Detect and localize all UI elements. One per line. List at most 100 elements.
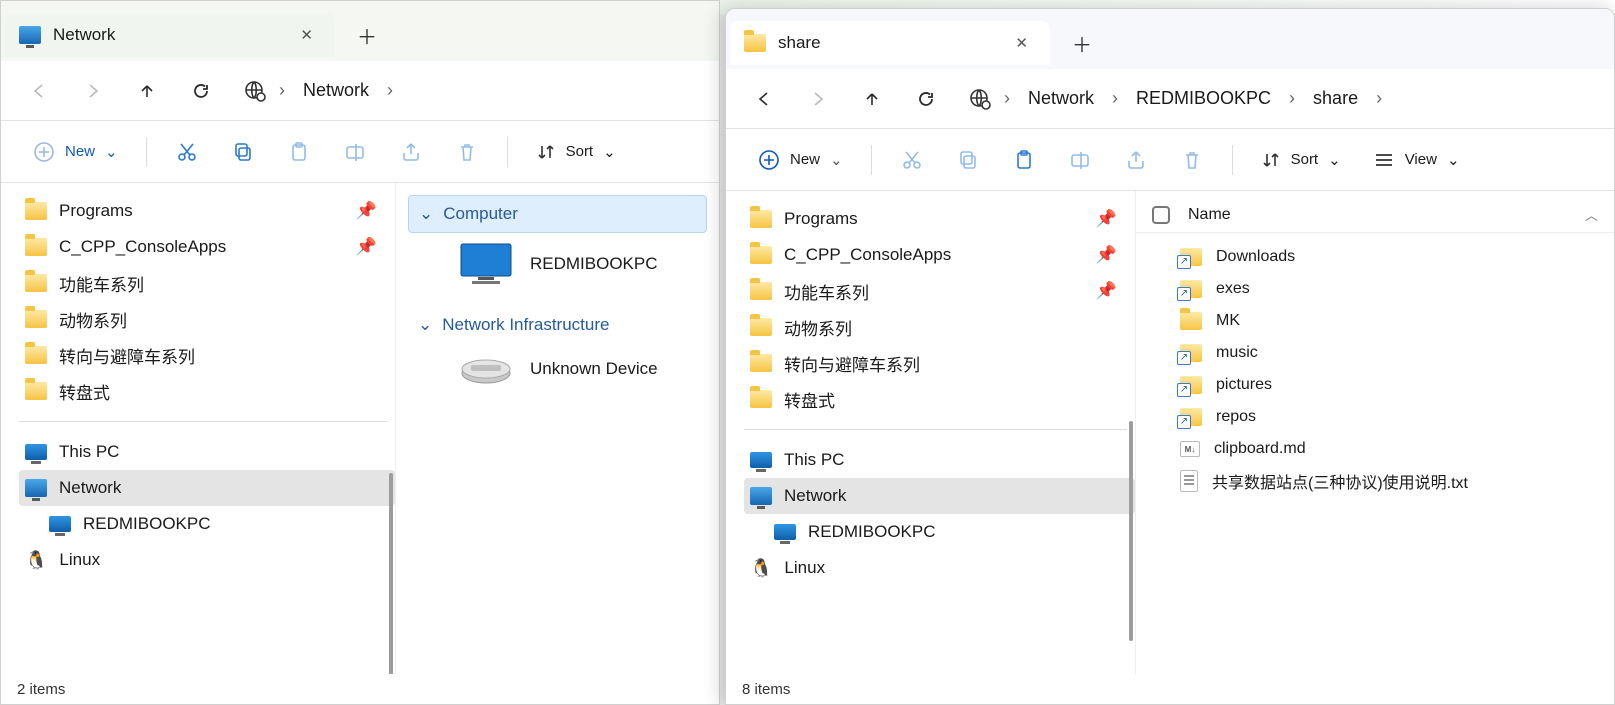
column-headers[interactable]: Name ︿ xyxy=(1136,197,1614,233)
chevron-right-icon[interactable]: › xyxy=(275,80,289,101)
chevron-right-icon[interactable]: › xyxy=(383,80,397,101)
crumb-computer[interactable]: REDMIBOOKPC xyxy=(1130,84,1277,113)
paste-button[interactable] xyxy=(273,132,325,172)
list-item[interactable]: pictures xyxy=(1136,369,1614,401)
list-item[interactable]: 共享数据站点(三种协议)使用说明.txt xyxy=(1136,465,1614,497)
up-button[interactable] xyxy=(123,69,171,113)
pin-icon[interactable]: 📌 xyxy=(1096,281,1117,301)
pc-icon xyxy=(774,524,796,540)
nav-item[interactable]: 动物系列 xyxy=(744,309,1135,345)
group-header[interactable]: ⌄Network Infrastructure xyxy=(408,307,707,343)
nav-item[interactable]: C_CPP_ConsoleApps📌 xyxy=(744,237,1135,273)
content-item[interactable]: REDMIBOOKPC xyxy=(408,233,707,295)
chevron-down-icon: ⌄ xyxy=(1328,151,1341,169)
column-name[interactable]: Name xyxy=(1188,206,1231,224)
nav-item[interactable]: Programs 📌 xyxy=(19,193,395,229)
breadcrumb[interactable]: › Network › REDMIBOOKPC › share › xyxy=(968,84,1386,113)
list-item[interactable]: MK xyxy=(1136,305,1614,337)
share-button[interactable] xyxy=(385,132,437,172)
close-icon[interactable]: ✕ xyxy=(1009,28,1034,58)
chevron-right-icon[interactable]: › xyxy=(1372,88,1386,109)
crumb-network[interactable]: Network xyxy=(297,76,375,105)
nav-tree-item[interactable]: Network xyxy=(19,470,395,506)
tab-network[interactable]: Network ✕ xyxy=(5,13,335,57)
delete-button[interactable] xyxy=(441,132,493,172)
chevron-right-icon[interactable]: › xyxy=(1000,88,1014,109)
nav-item[interactable]: 转向与避障车系列 xyxy=(19,337,395,373)
sort-button[interactable]: Sort⌄ xyxy=(522,132,630,172)
nav-item-label: This PC xyxy=(784,450,844,470)
chevron-down-icon: ⌄ xyxy=(1447,151,1460,169)
nav-tree-item[interactable]: This PC xyxy=(19,434,395,470)
crumb-share[interactable]: share xyxy=(1307,84,1364,113)
group-header[interactable]: ⌄Computer xyxy=(408,195,707,233)
nav-item[interactable]: 转盘式 xyxy=(19,373,395,409)
nav-tree-item[interactable]: This PC xyxy=(744,442,1135,478)
forward-button[interactable] xyxy=(794,77,842,121)
rename-button[interactable] xyxy=(329,132,381,172)
pin-icon[interactable]: 📌 xyxy=(1096,245,1117,265)
breadcrumb[interactable]: › Network › xyxy=(243,76,397,105)
folder-icon xyxy=(744,34,766,52)
share-button[interactable] xyxy=(1110,140,1162,180)
chevron-right-icon[interactable]: › xyxy=(1108,88,1122,109)
nav-item[interactable]: 功能车系列 xyxy=(19,265,395,301)
nav-tree-item[interactable]: REDMIBOOKPC xyxy=(19,506,395,542)
list-item[interactable]: music xyxy=(1136,337,1614,369)
cut-button[interactable] xyxy=(886,140,938,180)
nav-tree-item[interactable]: 🐧Linux xyxy=(744,550,1135,586)
nav-item[interactable]: C_CPP_ConsoleApps📌 xyxy=(19,229,395,265)
new-tab-button[interactable]: ＋ xyxy=(335,21,399,50)
delete-button[interactable] xyxy=(1166,140,1218,180)
content-group: ⌄Network InfrastructureUnknown Device xyxy=(396,301,719,401)
scrollbar-thumb[interactable] xyxy=(389,473,393,674)
copy-button[interactable] xyxy=(942,140,994,180)
copy-button[interactable] xyxy=(217,132,269,172)
back-button[interactable] xyxy=(15,69,63,113)
select-all-checkbox[interactable] xyxy=(1152,206,1170,224)
up-button[interactable] xyxy=(848,77,896,121)
new-tab-button[interactable]: ＋ xyxy=(1050,29,1114,58)
paste-button[interactable] xyxy=(998,140,1050,180)
divider xyxy=(146,137,147,167)
pin-icon[interactable]: 📌 xyxy=(356,201,377,221)
pin-icon[interactable]: 📌 xyxy=(1096,209,1117,229)
crumb-network[interactable]: Network xyxy=(1022,84,1100,113)
nav-item[interactable]: 功能车系列📌 xyxy=(744,273,1135,309)
nav-tree-item[interactable]: REDMIBOOKPC xyxy=(744,514,1135,550)
chevron-right-icon[interactable]: › xyxy=(1285,88,1299,109)
content-pane[interactable]: ⌄ComputerREDMIBOOKPC⌄Network Infrastruct… xyxy=(396,183,719,674)
new-button[interactable]: New⌄ xyxy=(19,132,132,172)
body-pane: Programs📌C_CPP_ConsoleApps📌功能车系列动物系列转向与避… xyxy=(1,183,719,674)
sort-button[interactable]: Sort⌄ xyxy=(1247,140,1355,180)
content-pane[interactable]: Name ︿ DownloadsexesMKmusicpicturesrepos… xyxy=(1136,191,1614,674)
content-item[interactable]: Unknown Device xyxy=(408,343,707,395)
nav-tree-item[interactable]: Network xyxy=(744,478,1135,514)
cut-button[interactable] xyxy=(161,132,213,172)
list-item[interactable]: repos xyxy=(1136,401,1614,433)
view-button[interactable]: View⌄ xyxy=(1359,140,1474,180)
nav-item-label: Programs xyxy=(59,201,133,221)
list-item[interactable]: exes xyxy=(1136,273,1614,305)
refresh-button[interactable] xyxy=(177,69,225,113)
folder-shortcut-icon xyxy=(1180,280,1202,298)
nav-item[interactable]: 转向与避障车系列 xyxy=(744,345,1135,381)
collapse-chevron-icon[interactable]: ︿ xyxy=(1585,205,1598,224)
rename-button[interactable] xyxy=(1054,140,1106,180)
scrollbar-thumb[interactable] xyxy=(1129,421,1133,641)
back-button[interactable] xyxy=(740,77,788,121)
nav-item[interactable]: 动物系列 xyxy=(19,301,395,337)
refresh-button[interactable] xyxy=(902,77,950,121)
list-item[interactable]: Downloads xyxy=(1136,241,1614,273)
nav-item[interactable]: 转盘式 xyxy=(744,381,1135,417)
chevron-down-icon: ⌄ xyxy=(418,315,432,335)
tab-share[interactable]: share ✕ xyxy=(730,21,1050,65)
new-button[interactable]: New⌄ xyxy=(744,140,857,180)
close-icon[interactable]: ✕ xyxy=(294,20,319,50)
list-item[interactable]: M↓clipboard.md xyxy=(1136,433,1614,465)
forward-button[interactable] xyxy=(69,69,117,113)
nav-item[interactable]: Programs📌 xyxy=(744,201,1135,237)
pin-icon[interactable]: 📌 xyxy=(356,237,377,257)
nav-tree-item[interactable]: 🐧Linux xyxy=(19,542,395,578)
chevron-down-icon: ⌄ xyxy=(419,204,433,224)
